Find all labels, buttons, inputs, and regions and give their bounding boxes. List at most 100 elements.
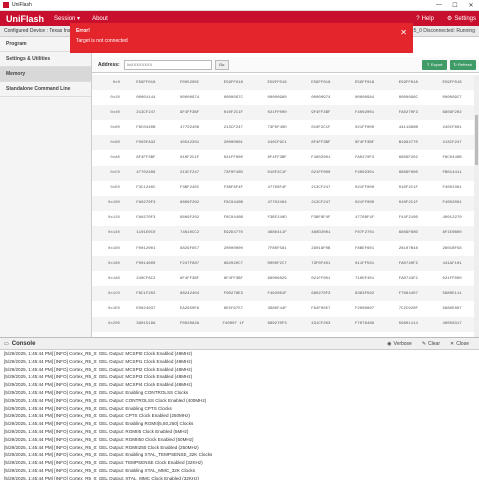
memory-cell[interactable]: 010F2C1F	[211, 111, 255, 115]
memory-cell[interactable]: 7F80F581	[255, 247, 299, 251]
go-button[interactable]: Go	[214, 59, 229, 70]
memory-cell[interactable]: 021FF000	[430, 277, 474, 281]
memory-cell[interactable]: 0000097C	[211, 96, 255, 100]
memory-cell[interactable]: 8F4FF3BF	[211, 277, 255, 281]
memory-cell[interactable]: 74610CC2	[168, 231, 212, 235]
memory-cell[interactable]: F00278E3	[211, 292, 255, 296]
memory-cell[interactable]: 010F2C1F	[255, 171, 299, 175]
memory-cell[interactable]: 6809F80D	[386, 231, 430, 235]
memory-cell[interactable]: 240CF801	[430, 126, 474, 130]
export-button[interactable]: ⇪ Export	[422, 59, 447, 70]
memory-cell[interactable]: 8F4FF3BF	[124, 156, 168, 160]
memory-cell[interactable]: 682020C7	[211, 262, 255, 266]
memory-cell[interactable]: 010F2C1F	[299, 126, 343, 130]
memory-cell[interactable]: 021FF000	[255, 111, 299, 115]
memory-cell[interactable]: 213CF247	[430, 141, 474, 145]
close-window-button[interactable]: ✕	[463, 2, 479, 9]
memory-cell[interactable]: F4002001	[343, 111, 387, 115]
sidebar-item-memory[interactable]: Memory	[0, 67, 91, 82]
memory-cell[interactable]: 441AF101	[430, 262, 474, 266]
memory-cell[interactable]: 710DF401	[343, 277, 387, 281]
memory-cell[interactable]: 6E5F6757	[211, 307, 255, 311]
memory-cell[interactable]: 20000001	[211, 141, 255, 145]
memory-cell[interactable]: E59FF018	[386, 81, 430, 85]
memory-cell[interactable]: 8F4FF3BF	[343, 141, 387, 145]
memory-cell[interactable]: 5880E111	[430, 292, 474, 296]
memory-cell[interactable]: F003FA32	[124, 141, 168, 145]
minimize-button[interactable]: —	[431, 2, 447, 9]
memory-cell[interactable]: 47702408	[124, 171, 168, 175]
memory-cell[interactable]: F44F2100	[386, 216, 430, 220]
memory-cell[interactable]: 4680411F	[255, 231, 299, 235]
memory-cell[interactable]: FA0270F3	[343, 156, 387, 160]
help-button[interactable]: ? Help	[416, 16, 434, 22]
memory-cell[interactable]: 8F1E0B00	[430, 231, 474, 235]
memory-cell[interactable]: FB014411	[430, 171, 474, 175]
memory-cell[interactable]: F8C0440B	[124, 126, 168, 130]
menu-session[interactable]: Session ▾	[54, 15, 80, 22]
clear-button[interactable]: ✎ Clear	[422, 341, 440, 347]
memory-cell[interactable]: 2801BF58	[430, 247, 474, 251]
memory-cell[interactable]: 9F4FF3BF	[299, 111, 343, 115]
memory-cell[interactable]: F0014600	[124, 262, 168, 266]
close-error-button[interactable]: ✕	[400, 29, 407, 37]
memory-cell[interactable]: 00000984	[343, 96, 387, 100]
memory-cell[interactable]: 213CF247	[299, 201, 343, 205]
memory-cell[interactable]: 6809F202	[430, 111, 474, 115]
memory-cell[interactable]: F8C0440B	[211, 201, 255, 205]
memory-cell[interactable]: F3BF240D	[255, 216, 299, 220]
memory-cell[interactable]: 021FF000	[299, 171, 343, 175]
address-input[interactable]	[123, 59, 212, 70]
memory-cell[interactable]: 8F4FF3BF	[299, 141, 343, 145]
memory-cell[interactable]: F7078466	[343, 322, 387, 326]
close-console-button[interactable]: ✕ Close	[450, 341, 469, 347]
memory-cell[interactable]: 68242404	[168, 292, 212, 296]
memory-cell[interactable]: F3BF8F4F	[299, 216, 343, 220]
memory-cell[interactable]: F4002001	[430, 201, 474, 205]
memory-cell[interactable]: F002082A	[168, 322, 212, 326]
memory-cell[interactable]: 6809F202	[168, 201, 212, 205]
memory-cell[interactable]: 680270F3	[299, 292, 343, 296]
memory-cell[interactable]: 213CF247	[168, 171, 212, 175]
memory-cell[interactable]: 28107B48	[386, 247, 430, 251]
memory-cell[interactable]: 010F2C1F	[168, 156, 212, 160]
memory-cell[interactable]: 680270F3	[255, 322, 299, 326]
memory-cell[interactable]: F005200C	[168, 81, 212, 85]
memory-cell[interactable]: FA0270F3	[386, 111, 430, 115]
memory-cell[interactable]: E59FF018	[124, 81, 168, 85]
memory-cell[interactable]: E59FF018	[430, 81, 474, 85]
memory-cell[interactable]: 9F4FF3BF	[168, 111, 212, 115]
memory-cell[interactable]: FA0270F3	[124, 201, 168, 205]
memory-cell[interactable]: F40007 1F	[211, 322, 255, 326]
memory-cell[interactable]: 240CF9C1	[255, 141, 299, 145]
memory-cell[interactable]: 8F4FF3BF	[255, 156, 299, 160]
memory-cell[interactable]: 20000000	[211, 247, 255, 251]
memory-cell[interactable]: 73F0F40D	[211, 171, 255, 175]
memory-cell[interactable]: 000009C7	[430, 96, 474, 100]
memory-cell[interactable]: F07F2701	[343, 231, 387, 235]
memory-cell[interactable]: 3680F44F	[255, 307, 299, 311]
memory-cell[interactable]: 00001144	[124, 96, 168, 100]
memory-cell[interactable]: 021FF000	[343, 186, 387, 190]
memory-cell[interactable]: F4002001	[299, 156, 343, 160]
memory-cell[interactable]: FA0270F3	[124, 216, 168, 220]
maximize-button[interactable]: ☐	[447, 2, 463, 9]
scrollbar-thumb[interactable]	[475, 115, 478, 165]
memory-cell[interactable]: F402061F	[255, 292, 299, 296]
memory-cell[interactable]: 0000F2C7	[255, 262, 299, 266]
memory-cell[interactable]: B1994770	[386, 141, 430, 145]
memory-cell[interactable]: 6809F202	[168, 216, 212, 220]
memory-cell[interactable]: 213CF247	[299, 186, 343, 190]
memory-cell[interactable]: E59FF018	[255, 81, 299, 85]
memory-cell[interactable]: FA0740F2	[386, 262, 430, 266]
memory-cell[interactable]: 6363F502	[343, 292, 387, 296]
sidebar-item-standalone-command-line[interactable]: Standalone Command Line	[0, 82, 91, 97]
memory-cell[interactable]: 021FF000	[343, 126, 387, 130]
memory-cell[interactable]: 460D2001	[299, 231, 343, 235]
memory-cell[interactable]: 7C2C020F	[386, 307, 430, 311]
memory-cell[interactable]: 6809F000	[386, 171, 430, 175]
memory-cell[interactable]: EA2650F6	[168, 307, 212, 311]
memory-cell[interactable]: 47708F4F	[255, 186, 299, 190]
memory-cell[interactable]: 010F2C1F	[386, 186, 430, 190]
memory-cell[interactable]: 011FF501	[343, 262, 387, 266]
